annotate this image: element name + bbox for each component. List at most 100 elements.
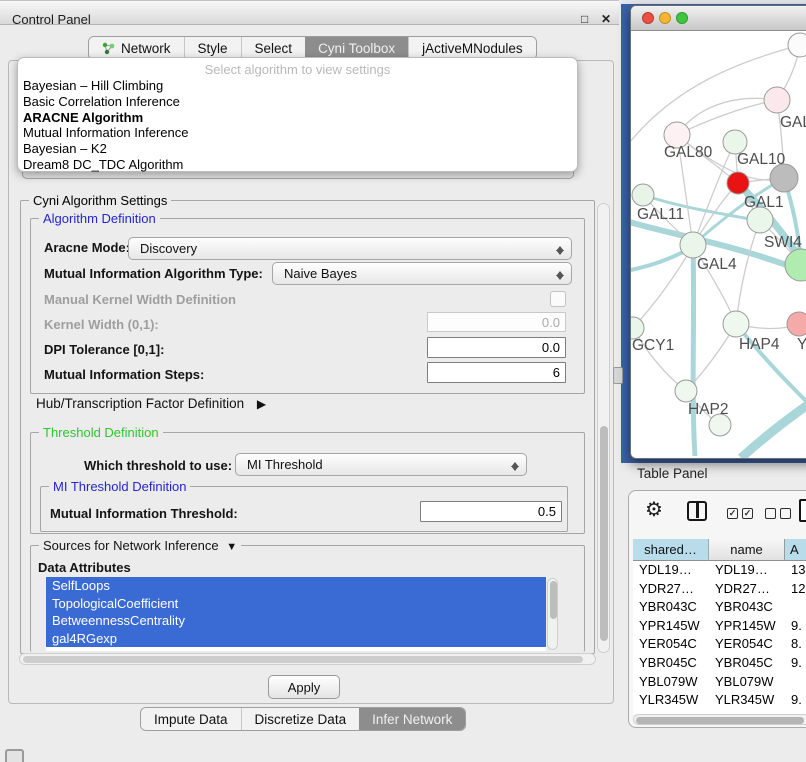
table-row[interactable]: YPR145W YPR145W 9. xyxy=(633,617,806,636)
node-gray[interactable] xyxy=(770,164,798,192)
menu-item-mutual-information[interactable]: Mutual Information Inference xyxy=(18,125,577,141)
cell-value[interactable] xyxy=(785,598,806,617)
cell-value[interactable]: 9. xyxy=(785,691,806,710)
dpi-tolerance-input[interactable] xyxy=(427,337,566,358)
split-divider-handle[interactable] xyxy=(613,367,623,384)
settings-vertical-scrollbar[interactable] xyxy=(597,203,610,653)
menu-item-dream8[interactable]: Dream8 DC_TDC Algorithm xyxy=(18,157,577,173)
column-header-shared-name[interactable]: shared… xyxy=(633,539,709,561)
node-gal1[interactable] xyxy=(727,172,749,194)
attribute-list-scrollbar-thumb[interactable] xyxy=(550,581,557,619)
table-row[interactable]: YDL19… YDL19… 13 xyxy=(633,561,806,580)
manual-kernel-width-checkbox[interactable] xyxy=(550,291,566,307)
cell-shared-name[interactable]: YBL079W xyxy=(633,673,709,692)
attribute-list-scrollbar[interactable] xyxy=(547,578,558,650)
tab-network[interactable]: Network xyxy=(89,37,184,59)
cell-value[interactable]: 12 xyxy=(785,580,806,599)
settings-horizontal-scrollbar[interactable] xyxy=(19,653,596,665)
mi-threshold-input[interactable] xyxy=(420,501,562,522)
apply-button[interactable]: Apply xyxy=(268,675,340,699)
sources-group-title[interactable]: Sources for Network Inference ▼ xyxy=(39,538,241,553)
tab-infer-network[interactable]: Infer Network xyxy=(359,708,465,730)
gear-icon[interactable]: ⚙ xyxy=(645,497,663,522)
cell-name[interactable]: YLR345W xyxy=(709,691,785,710)
tab-discretize-data[interactable]: Discretize Data xyxy=(241,708,360,730)
column-header-name[interactable]: name xyxy=(709,539,785,561)
hub-definition-toggle[interactable]: Hub/Transcription Factor Definition ▶ xyxy=(36,396,266,411)
list-item-betweennesscentrality[interactable]: BetweennessCentrality xyxy=(46,612,546,630)
mi-steps-input[interactable] xyxy=(427,362,566,383)
select-all-check2-icon[interactable]: ✓ xyxy=(742,508,753,519)
node[interactable] xyxy=(788,33,806,57)
tab-jactivemnodules[interactable]: jActiveMNodules xyxy=(408,37,536,59)
network-graph-canvas[interactable]: GAL GAL80 GAL10 GAL1 GAL11 SWI4 GAL4 GCY… xyxy=(631,31,806,458)
cell-shared-name[interactable]: YPR145W xyxy=(633,617,709,636)
cell-shared-name[interactable]: YDL19… xyxy=(633,561,709,580)
aracne-mode-select[interactable]: Discovery xyxy=(128,237,572,260)
menu-item-bayesian-k2[interactable]: Bayesian – K2 xyxy=(18,141,577,157)
mi-algorithm-type-select[interactable]: Naive Bayes xyxy=(272,262,572,285)
cell-shared-name[interactable]: YER054C xyxy=(633,635,709,654)
deselect-all-box-icon[interactable] xyxy=(765,508,776,519)
minimized-panel-icon[interactable] xyxy=(5,749,24,762)
which-threshold-select[interactable]: MI Threshold xyxy=(235,453,527,476)
float-panel-icon[interactable]: □ xyxy=(581,8,588,31)
close-window-icon[interactable] xyxy=(642,12,654,24)
table-row[interactable]: YDR27… YDR27… 12 xyxy=(633,580,806,599)
cell-name[interactable]: YBR043C xyxy=(709,598,785,617)
cell-name[interactable]: YBL079W xyxy=(709,673,785,692)
tab-cyni-toolbox[interactable]: Cyni Toolbox xyxy=(305,37,408,59)
cell-shared-name[interactable]: YBR045C xyxy=(633,654,709,673)
cell-name[interactable]: YER054C xyxy=(709,635,785,654)
table-row[interactable]: YBR045C YBR045C 9. xyxy=(633,654,806,673)
cell-value[interactable]: 9. xyxy=(785,617,806,636)
table-row[interactable]: YLR345W YLR345W 9. xyxy=(633,691,806,710)
node-hap4[interactable] xyxy=(723,311,749,337)
network-view-window[interactable]: GAL GAL80 GAL10 GAL1 GAL11 SWI4 GAL4 GCY… xyxy=(630,5,806,459)
table-row[interactable]: YBR043C YBR043C xyxy=(633,598,806,617)
table-horizontal-scrollbar-thumb[interactable] xyxy=(636,717,804,724)
menu-item-basic-correlation[interactable]: Basic Correlation Inference xyxy=(18,94,577,110)
node-gcy1[interactable] xyxy=(631,317,644,339)
deselect-all-box2-icon[interactable] xyxy=(780,508,791,519)
cell-value[interactable]: 9. xyxy=(785,654,806,673)
list-item-gal4rgexp[interactable]: gal4RGexp xyxy=(46,630,546,648)
select-all-check-icon[interactable]: ✓ xyxy=(727,508,738,519)
cell-name[interactable]: YDL19… xyxy=(709,561,785,580)
close-panel-icon[interactable]: ✕ xyxy=(601,8,611,31)
node-y[interactable] xyxy=(787,312,806,336)
split-columns-icon[interactable] xyxy=(687,501,707,521)
table-row[interactable]: YER054C YER054C 8. xyxy=(633,635,806,654)
list-item-selfloops[interactable]: SelfLoops xyxy=(46,577,546,595)
cell-value[interactable] xyxy=(785,673,806,692)
menu-item-bayesian-hill-climbing[interactable]: Bayesian – Hill Climbing xyxy=(18,78,577,94)
cell-shared-name[interactable]: YLR345W xyxy=(633,691,709,710)
tab-style[interactable]: Style xyxy=(184,37,241,59)
tab-select[interactable]: Select xyxy=(241,37,306,59)
node-hap2[interactable] xyxy=(675,380,697,402)
node-gal4[interactable] xyxy=(680,232,706,258)
minimize-window-icon[interactable] xyxy=(659,12,671,24)
menu-item-aracne[interactable]: ARACNE Algorithm xyxy=(18,110,577,126)
table-horizontal-scrollbar[interactable] xyxy=(633,714,806,725)
kernel-width-input[interactable] xyxy=(427,312,566,332)
column-header-partial[interactable]: A xyxy=(785,539,806,561)
network-window-titlebar[interactable] xyxy=(631,6,806,31)
settings-vertical-scrollbar-thumb[interactable] xyxy=(600,426,608,641)
settings-horizontal-scrollbar-thumb[interactable] xyxy=(23,656,583,663)
table-row[interactable]: YBL079W YBL079W xyxy=(633,673,806,692)
node-gal11[interactable] xyxy=(632,184,654,206)
cell-name[interactable]: YBR045C xyxy=(709,654,785,673)
list-item-topologicalcoefficient[interactable]: TopologicalCoefficient xyxy=(46,595,546,613)
cell-shared-name[interactable]: YDR27… xyxy=(633,580,709,599)
cell-value[interactable]: 13 xyxy=(785,561,806,580)
tab-impute-data[interactable]: Impute Data xyxy=(141,708,241,730)
cell-value[interactable]: 8. xyxy=(785,635,806,654)
cell-name[interactable]: YPR145W xyxy=(709,617,785,636)
cell-name[interactable]: YDR27… xyxy=(709,580,785,599)
document-icon[interactable] xyxy=(799,499,806,522)
node-bright-green[interactable] xyxy=(785,249,806,281)
cell-shared-name[interactable]: YBR043C xyxy=(633,598,709,617)
node-gal[interactable] xyxy=(764,87,790,113)
zoom-window-icon[interactable] xyxy=(676,12,688,24)
